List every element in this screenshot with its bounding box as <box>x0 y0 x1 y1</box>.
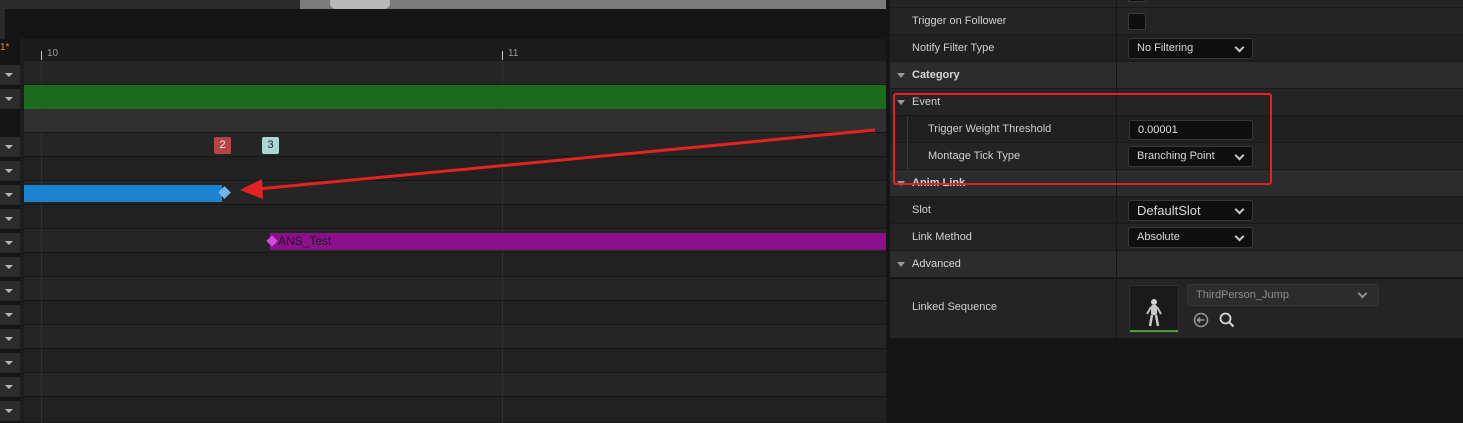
track-dropdown-button[interactable] <box>0 353 20 373</box>
prop-label: Trigger on Follower <box>912 15 1007 27</box>
track-dropdown-button[interactable] <box>0 185 20 205</box>
chevron-down-icon <box>1234 42 1245 53</box>
advanced-header[interactable]: Advanced <box>890 251 1463 278</box>
tab-stub[interactable] <box>0 9 5 39</box>
track-dropdown-button[interactable] <box>0 233 20 253</box>
browse-back-icon[interactable] <box>1192 311 1210 329</box>
thumbnail-floor <box>1130 330 1178 332</box>
notify-marker[interactable]: 3 <box>262 137 279 154</box>
track-row <box>24 277 886 301</box>
category-label: Advanced <box>912 258 961 270</box>
track-dropdown-button[interactable] <box>0 137 20 157</box>
prop-row-trigger-on-follower: Trigger on Follower <box>890 8 1463 35</box>
branching-point-bar[interactable] <box>24 185 222 202</box>
dropdown-value: DefaultSlot <box>1137 203 1201 218</box>
timeline-panel: 1* 10 11 2 3 ANS_Test <box>0 0 886 423</box>
track-dropdown-button[interactable] <box>0 329 20 349</box>
track-row <box>24 301 886 325</box>
prop-row-clipped <box>890 0 1463 8</box>
expand-arrow-icon <box>897 73 905 78</box>
prop-label: Slot <box>912 204 931 216</box>
track-row <box>24 349 886 373</box>
details-empty-area <box>890 338 1463 423</box>
track-dropdown-button[interactable] <box>0 305 20 325</box>
ruler-label: 10 <box>47 48 59 59</box>
ruler-label: 11 <box>508 48 519 59</box>
track-gutter <box>0 39 20 423</box>
category-label: Category <box>912 69 960 81</box>
track-dropdown-button[interactable] <box>0 377 20 397</box>
track-dropdown-button[interactable] <box>0 209 20 229</box>
ruler-tick <box>502 51 503 60</box>
prop-label: Linked Sequence <box>912 301 998 313</box>
prop-row-link-method: Link Method Absolute <box>890 224 1463 251</box>
track-area[interactable]: 2 3 ANS_Test <box>24 61 886 423</box>
notify-filter-type-dropdown[interactable]: No Filtering <box>1128 38 1253 59</box>
track-row <box>24 109 886 133</box>
track-dropdown-button[interactable] <box>0 65 20 85</box>
track-dropdown-button[interactable] <box>0 281 20 301</box>
asset-thumbnail[interactable] <box>1129 285 1179 333</box>
category-header[interactable]: Category <box>890 62 1463 89</box>
track-row <box>24 373 886 397</box>
viewport-character <box>330 0 390 9</box>
track-row <box>24 253 886 277</box>
chevron-down-icon <box>1234 231 1245 242</box>
slot-dropdown[interactable]: DefaultSlot <box>1128 200 1253 221</box>
track-dropdown-button[interactable] <box>0 89 20 109</box>
linked-sequence-asset-picker[interactable]: ThirdPerson_Jump <box>1187 284 1379 306</box>
track-row <box>24 325 886 349</box>
notify-marker[interactable]: 2 <box>214 137 231 154</box>
anim-notify-state-bar[interactable] <box>270 233 886 250</box>
track-row <box>24 133 886 157</box>
prop-label: Link Method <box>912 231 972 243</box>
link-method-dropdown[interactable]: Absolute <box>1128 227 1253 248</box>
dropdown-value: No Filtering <box>1137 42 1194 54</box>
track-dropdown-button[interactable] <box>0 161 20 181</box>
prop-label: Notify Filter Type <box>912 42 995 54</box>
ruler-tick <box>41 51 42 60</box>
anim-notify-state-label: ANS_Test <box>278 234 332 248</box>
character-thumbnail-icon <box>1146 299 1162 327</box>
grid-line <box>41 61 42 423</box>
tab-strip <box>0 9 886 39</box>
search-icon[interactable] <box>1218 311 1236 329</box>
track-row <box>24 397 886 423</box>
expand-arrow-icon <box>897 262 905 267</box>
time-ruler[interactable]: 10 11 <box>24 39 886 61</box>
trigger-on-follower-checkbox[interactable] <box>1128 13 1146 30</box>
viewport-shadow <box>0 0 300 9</box>
chevron-down-icon <box>1357 288 1368 299</box>
checkbox[interactable] <box>1128 0 1146 2</box>
prop-row-notify-filter-type: Notify Filter Type No Filtering <box>890 35 1463 62</box>
prop-row-slot: Slot DefaultSlot <box>890 197 1463 224</box>
asset-name: ThirdPerson_Jump <box>1196 289 1289 301</box>
montage-section-bar[interactable] <box>24 85 886 109</box>
track-row <box>24 157 886 181</box>
track-row <box>24 205 886 229</box>
track-dropdown-button[interactable] <box>0 401 20 421</box>
annotation-highlight-box <box>893 93 1272 185</box>
frame-marker: 1* <box>0 42 10 53</box>
dropdown-value: Absolute <box>1137 231 1180 243</box>
track-dropdown-button[interactable] <box>0 257 20 277</box>
chevron-down-icon <box>1234 204 1245 215</box>
track-row <box>24 61 886 85</box>
